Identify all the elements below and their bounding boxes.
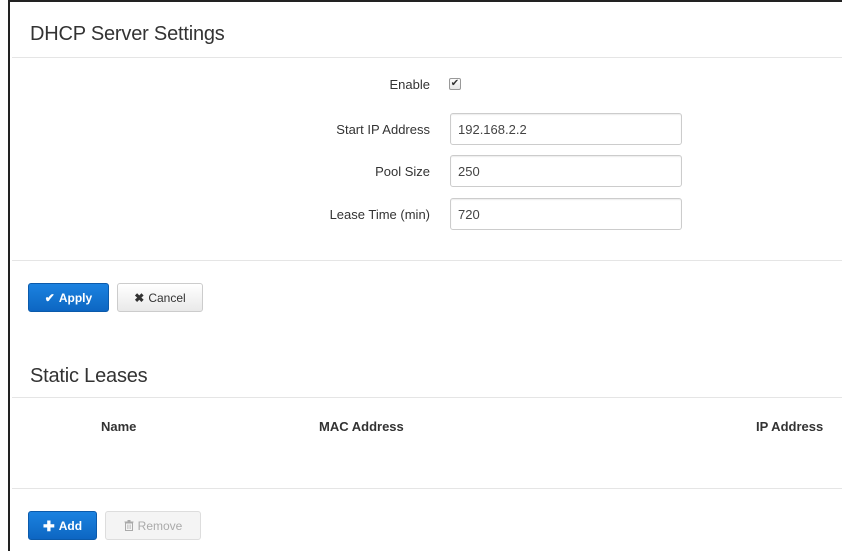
column-header-name: Name — [101, 419, 137, 434]
apply-button[interactable]: ✔ Apply — [28, 283, 109, 312]
add-button[interactable]: ✚ Add — [28, 511, 97, 540]
pool-size-input[interactable] — [450, 155, 682, 187]
settings-panel: DHCP Server Settings Enable ✔ Start IP A… — [8, 0, 842, 551]
lease-time-input[interactable] — [450, 198, 682, 230]
divider — [12, 488, 842, 489]
enable-checkbox[interactable]: ✔ — [449, 78, 461, 90]
trash-icon — [124, 520, 134, 531]
column-header-mac: MAC Address — [319, 419, 404, 434]
start-ip-label: Start IP Address — [336, 122, 430, 137]
enable-label: Enable — [389, 77, 430, 92]
static-leases-title: Static Leases — [30, 365, 148, 387]
close-icon: ✖ — [134, 290, 145, 305]
cancel-button-label: Cancel — [148, 290, 186, 305]
check-icon: ✔ — [44, 290, 55, 305]
cancel-button[interactable]: ✖ Cancel — [117, 283, 203, 312]
add-button-label: Add — [58, 518, 83, 533]
column-header-ip: IP Address — [756, 419, 824, 434]
checkmark-icon: ✔ — [450, 78, 460, 89]
start-ip-input[interactable] — [450, 113, 682, 145]
divider — [12, 260, 842, 261]
dhcp-section-title: DHCP Server Settings — [30, 23, 225, 45]
divider — [12, 57, 842, 58]
remove-button[interactable]: Remove — [105, 511, 201, 540]
plus-icon: ✚ — [42, 517, 55, 534]
lease-time-label: Lease Time (min) — [329, 207, 430, 222]
remove-button-label: Remove — [137, 518, 183, 533]
divider — [12, 397, 842, 398]
apply-button-label: Apply — [58, 290, 93, 305]
pool-size-label: Pool Size — [375, 164, 430, 179]
